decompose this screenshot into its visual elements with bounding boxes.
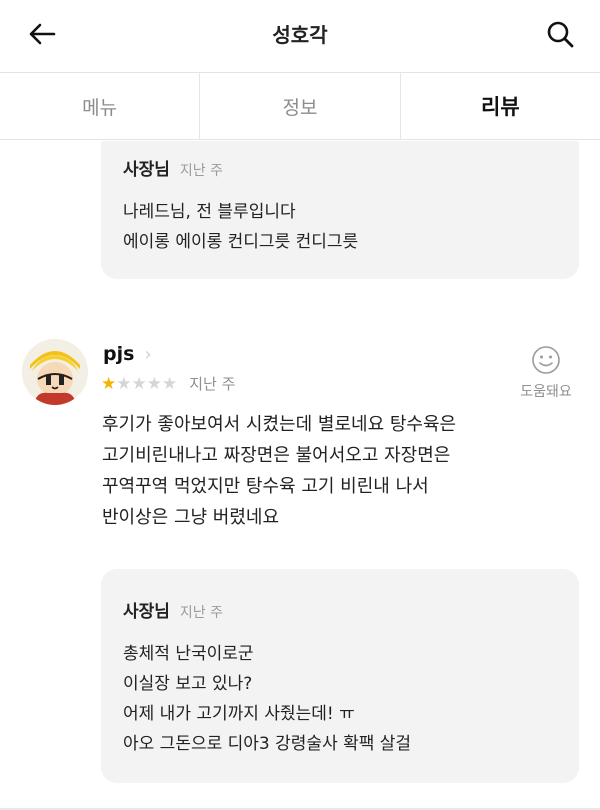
review-line: 후기가 좋아보여서 시켰는데 별로네요 탕수육은 [102, 414, 457, 435]
tab-bar: 메뉴 정보 리뷰 [0, 72, 600, 140]
star-filled-icon: ★ [101, 373, 117, 394]
username-text: pjs [103, 343, 135, 365]
owner-reply: 사장님 지난 주 총체적 난국이로군 이실장 보고 있나? 어제 내가 고기까지… [101, 569, 579, 783]
search-icon [547, 21, 574, 48]
rating-row: ★ ★ ★ ★ ★ 지난 주 [101, 373, 235, 394]
reply-author: 사장님 [123, 602, 170, 622]
review-line: 반이상은 그냥 버렸네요 [102, 507, 280, 528]
star-empty-icon: ★ [146, 373, 162, 394]
review-list[interactable]: 사장님 지난 주 나레드님, 전 블루입니다 에이롱 에이롱 컨디그릇 컨디그릇 [0, 141, 600, 810]
star-rating: ★ ★ ★ ★ ★ [101, 374, 177, 394]
reply-line: 총체적 난국이로군 [123, 644, 254, 664]
reply-line: 이실장 보고 있나? [123, 674, 253, 694]
reply-time: 지난 주 [179, 163, 224, 179]
helpful-button[interactable]: 도움돼요 [512, 345, 580, 401]
chevron-right-icon: › [144, 343, 152, 365]
review-username[interactable]: pjs › [103, 343, 152, 365]
avatar[interactable] [22, 339, 88, 405]
review-line: 고기비린내나고 짜장면은 불어서오고 자장면은 [102, 445, 451, 466]
top-bar: 성호각 [0, 0, 600, 66]
review-text: 후기가 좋아보여서 시켰는데 별로네요 탕수육은 고기비린내나고 짜장면은 불어… [102, 409, 582, 533]
reply-author: 사장님 [123, 160, 170, 180]
review-time: 지난 주 [189, 375, 236, 393]
reply-text: 총체적 난국이로군 이실장 보고 있나? 어제 내가 고기까지 사줬는데! ㅠ … [123, 639, 557, 759]
helpful-label: 도움돼요 [520, 384, 572, 400]
reply-time: 지난 주 [179, 605, 224, 621]
reply-line: 에이롱 에이롱 컨디그릇 컨디그릇 [123, 232, 359, 252]
star-empty-icon: ★ [162, 373, 178, 394]
reply-text: 나레드님, 전 블루입니다 에이롱 에이롱 컨디그릇 컨디그릇 [123, 197, 557, 257]
tab-info[interactable]: 정보 [200, 73, 401, 139]
search-button[interactable] [540, 14, 580, 54]
star-empty-icon: ★ [131, 373, 147, 394]
star-empty-icon: ★ [116, 373, 132, 394]
smile-icon [532, 346, 560, 374]
owner-reply: 사장님 지난 주 나레드님, 전 블루입니다 에이롱 에이롱 컨디그릇 컨디그릇 [101, 141, 579, 279]
tab-menu[interactable]: 메뉴 [0, 73, 201, 139]
reply-line: 아오 그돈으로 디아3 강령술사 확팩 살걸 [123, 734, 412, 754]
avatar-image [22, 339, 88, 405]
page-title: 성호각 [272, 23, 328, 47]
reply-line: 나레드님, 전 블루입니다 [123, 202, 296, 222]
tab-reviews[interactable]: 리뷰 [401, 73, 600, 139]
reply-line: 어제 내가 고기까지 사줬는데! ㅠ [123, 704, 355, 724]
review-line: 꾸역꾸역 먹었지만 탕수육 고기 비린내 나서 [102, 476, 429, 497]
